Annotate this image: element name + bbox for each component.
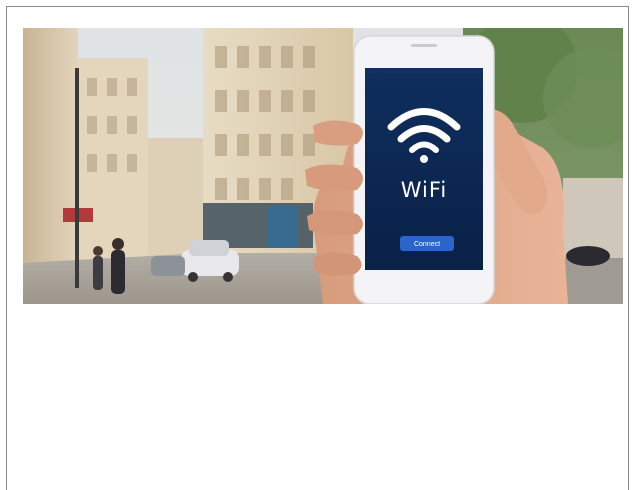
phone-connect-label: Connect	[414, 241, 440, 248]
street-photo: WiFi Connect	[23, 28, 623, 304]
hero-image: WiFi Connect	[23, 28, 623, 304]
phone-wifi-label: WiFi	[401, 178, 448, 202]
content-frame: WiFi Connect	[6, 6, 629, 490]
